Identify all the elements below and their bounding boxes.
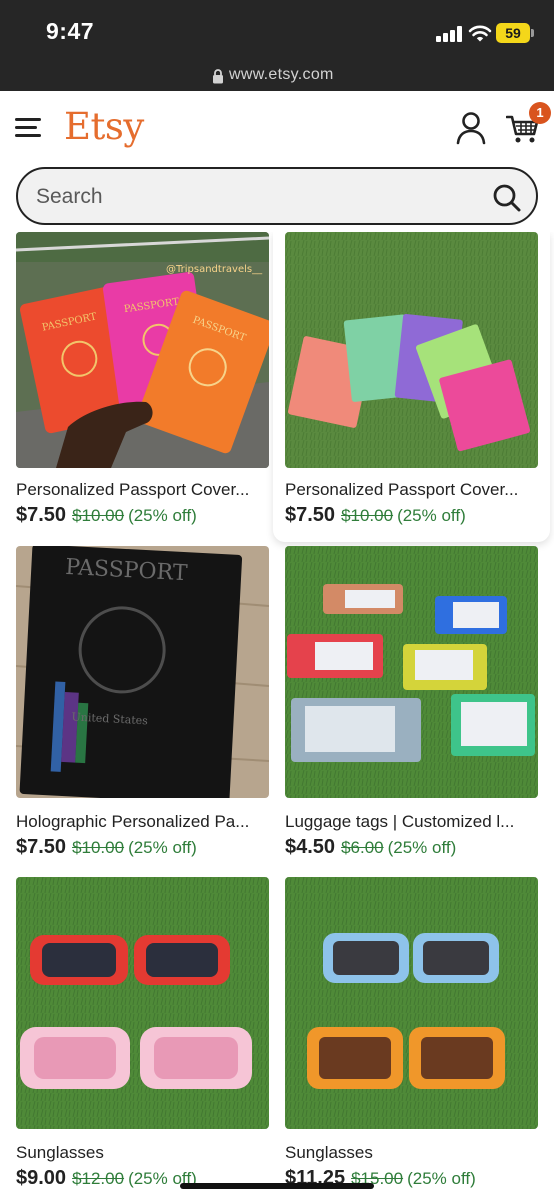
listing-price-row: $9.00 $12.00 (25% off) bbox=[16, 1167, 197, 1190]
listing-original-price: $12.00 bbox=[72, 1169, 125, 1188]
listing-image[interactable] bbox=[16, 877, 269, 1129]
cellular-signal-icon bbox=[436, 26, 462, 42]
menu-icon[interactable] bbox=[15, 115, 43, 139]
listing-title[interactable]: Holographic Personalized Pa... bbox=[16, 812, 276, 832]
listing-discount: (25% off) bbox=[407, 1169, 476, 1188]
listing-card[interactable]: PASSPORT PASSPORT PASSPORT @Tripsandtrav… bbox=[16, 232, 285, 532]
listing-image[interactable] bbox=[285, 877, 538, 1129]
listing-image[interactable] bbox=[285, 546, 538, 798]
search-input[interactable] bbox=[36, 183, 476, 211]
listing-price-row: $7.50 $10.00 (25% off) bbox=[16, 836, 197, 859]
listing-card[interactable]: Personalized Passport Cover... $7.50 $10.… bbox=[285, 232, 554, 532]
listing-grid: PASSPORT PASSPORT PASSPORT @Tripsandtrav… bbox=[0, 232, 554, 1200]
listing-discount: (25% off) bbox=[387, 838, 457, 857]
listing-image[interactable]: PASSPORT United States bbox=[16, 546, 269, 798]
listing-price: $7.50 bbox=[16, 504, 67, 526]
cart-count-badge: 1 bbox=[529, 102, 551, 124]
listing-image[interactable]: PASSPORT PASSPORT PASSPORT @Tripsandtrav… bbox=[16, 232, 269, 468]
listing-original-price: $10.00 bbox=[341, 506, 394, 525]
battery-icon: 59 bbox=[496, 23, 530, 43]
url-text[interactable]: www.etsy.com bbox=[229, 66, 334, 84]
listing-image[interactable] bbox=[285, 232, 538, 468]
browser-url-bar[interactable]: www.etsy.com bbox=[0, 62, 554, 91]
listing-discount: (25% off) bbox=[397, 506, 466, 525]
listing-price-row: $7.50 $10.00 (25% off) bbox=[16, 504, 197, 527]
status-time: 9:47 bbox=[46, 18, 95, 44]
listing-price-row: $4.50 $6.00 (25% off) bbox=[285, 836, 456, 859]
listing-original-price: $10.00 bbox=[72, 838, 125, 857]
listing-card[interactable]: Sunglasses $11.25 $15.00 (25% off) bbox=[285, 877, 554, 1197]
listing-price: $9.00 bbox=[16, 1167, 67, 1189]
listing-discount: (25% off) bbox=[128, 838, 197, 857]
search-icon[interactable] bbox=[492, 183, 522, 213]
site-header: Etsy bbox=[0, 91, 554, 241]
listing-title[interactable]: Sunglasses bbox=[285, 1143, 545, 1163]
listing-price: $7.50 bbox=[285, 504, 336, 526]
listing-title[interactable]: Luggage tags | Customized l... bbox=[285, 812, 545, 832]
listing-card[interactable]: Luggage tags | Customized l... $4.50 $6.0… bbox=[285, 546, 554, 858]
wifi-icon bbox=[468, 25, 492, 42]
account-icon[interactable] bbox=[455, 111, 487, 145]
home-indicator[interactable] bbox=[180, 1183, 374, 1189]
listing-card[interactable]: PASSPORT United States Holographic Perso… bbox=[16, 546, 285, 858]
listing-price: $7.50 bbox=[16, 836, 67, 858]
lock-icon bbox=[213, 69, 223, 84]
listing-price: $4.50 bbox=[285, 836, 336, 858]
search-bar[interactable] bbox=[16, 167, 538, 225]
watermark-text: @Tripsandtravels__ bbox=[166, 264, 263, 275]
listing-original-price: $10.00 bbox=[72, 506, 125, 525]
etsy-logo[interactable]: Etsy bbox=[64, 105, 144, 148]
listing-discount: (25% off) bbox=[128, 506, 197, 525]
listing-title[interactable]: Personalized Passport Cover... bbox=[285, 480, 545, 500]
listing-title[interactable]: Personalized Passport Cover... bbox=[16, 480, 276, 500]
listing-title[interactable]: Sunglasses bbox=[16, 1143, 276, 1163]
listing-card[interactable]: Sunglasses $9.00 $12.00 (25% off) bbox=[16, 877, 285, 1197]
listing-price-row: $7.50 $10.00 (25% off) bbox=[285, 504, 466, 527]
battery-nub bbox=[531, 29, 534, 37]
listing-original-price: $6.00 bbox=[341, 838, 384, 857]
status-bar: 9:47 59 bbox=[0, 0, 554, 62]
